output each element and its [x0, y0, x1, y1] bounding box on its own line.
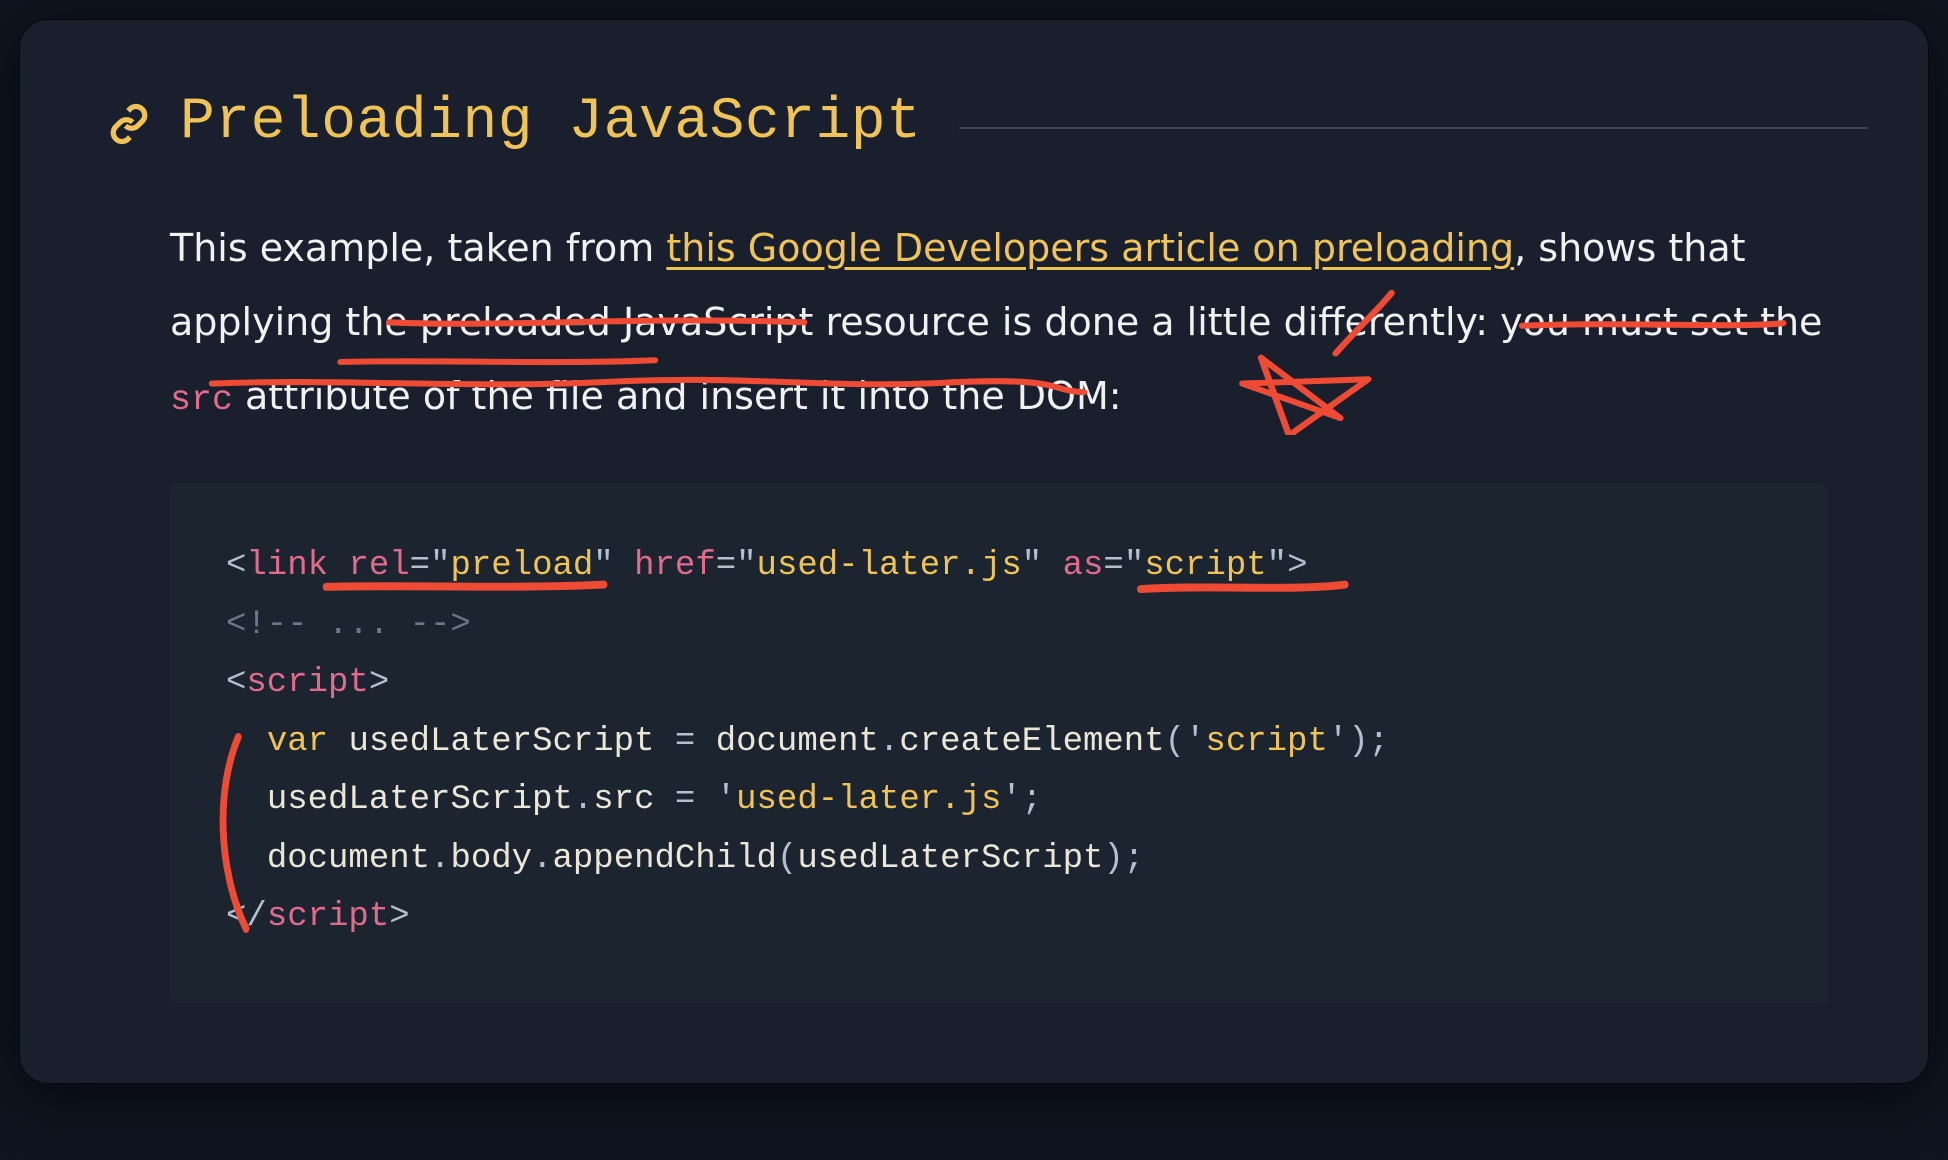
- heading-rule: [959, 127, 1868, 129]
- text: This example, taken from: [170, 226, 666, 270]
- heading-row: Preloading JavaScript: [108, 90, 1868, 155]
- article-link[interactable]: this Google Developers article on preloa…: [666, 226, 1514, 270]
- code-block: <link rel="preload" href="used-later.js"…: [170, 483, 1828, 1002]
- code: <link rel="preload" href="used-later.js"…: [226, 537, 1772, 946]
- section-heading: Preloading JavaScript: [180, 90, 921, 155]
- intro-paragraph: This example, taken from this Google Dev…: [170, 211, 1828, 435]
- inline-code-src: src: [170, 381, 233, 420]
- link-icon[interactable]: [108, 103, 150, 149]
- text: attribute of the file and insert it into…: [233, 374, 1122, 418]
- article-section: Preloading JavaScript This example, take…: [20, 20, 1928, 1083]
